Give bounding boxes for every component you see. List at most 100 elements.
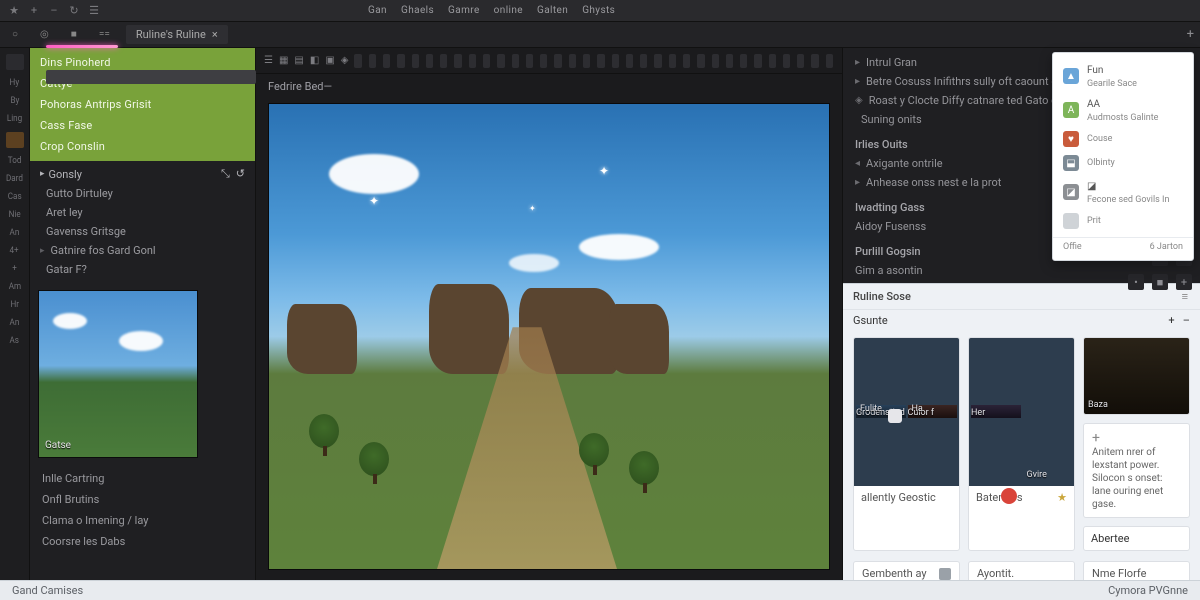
asset-card[interactable]: Her Gvire Batentios★	[968, 337, 1075, 551]
toolbar-icon[interactable]	[640, 54, 647, 68]
toolbar-icon[interactable]	[597, 54, 604, 68]
menu-item[interactable]: Galten	[537, 5, 568, 16]
viewport-3d[interactable]: ✦ ✦ ✦	[268, 103, 830, 570]
project-item[interactable]: Cass Fase	[40, 119, 245, 132]
list-item[interactable]: Clama o Imening / lay	[42, 514, 243, 527]
asset-card[interactable]: GrodenstindFulite Culor fHa allently Geo…	[853, 337, 960, 551]
tree-node[interactable]: ▸Gatnire fos Gard Gonl	[40, 244, 245, 257]
rail-label[interactable]: As	[10, 336, 19, 346]
plus-icon[interactable]: +	[1176, 274, 1192, 290]
toolbar-icon[interactable]	[512, 54, 519, 68]
menu-item[interactable]: Gan	[368, 5, 387, 16]
palette-item[interactable]: ⬓Olbinty	[1053, 151, 1193, 175]
toolbar-icon[interactable]	[740, 54, 747, 68]
rail-label[interactable]: 4+	[10, 246, 19, 256]
expand-icon[interactable]: ⤡	[221, 167, 230, 181]
rail-label[interactable]: Hy	[10, 78, 20, 88]
square-icon[interactable]: ■	[1152, 274, 1168, 290]
toolbar-icon[interactable]: ☰	[264, 54, 273, 68]
palette-item[interactable]: Prit	[1053, 209, 1193, 233]
palette-item[interactable]: AAAAudmosts Galinte	[1053, 93, 1193, 127]
tree-node[interactable]: Gavenss Gritsge	[40, 225, 245, 238]
rail-label[interactable]: Dard	[6, 174, 23, 184]
dot-icon[interactable]: •	[1128, 274, 1144, 290]
toolbar-icon[interactable]	[669, 54, 676, 68]
add-tab-button[interactable]: +	[1187, 27, 1194, 42]
close-icon[interactable]: ×	[212, 28, 218, 41]
scene-preview[interactable]: Gatse	[38, 290, 198, 458]
toolbar-icon[interactable]	[726, 54, 733, 68]
menubar-icon[interactable]: ★	[8, 5, 20, 17]
rail-label[interactable]: Hr	[10, 300, 19, 310]
toolbar-icon[interactable]	[354, 54, 361, 68]
project-item[interactable]: Pohoras Antrips Grisit	[40, 98, 245, 111]
toolbar-icon[interactable]	[626, 54, 633, 68]
toolbar-icon[interactable]: ▦	[279, 54, 288, 68]
list-item[interactable]: Coorsre les Dabs	[42, 535, 243, 548]
asset-footer-cell[interactable]: Nme Florfe	[1083, 561, 1190, 580]
toolbar-icon[interactable]	[397, 54, 404, 68]
asset-footer-cell[interactable]: Gembenth ay	[853, 561, 960, 580]
toolbar-icon[interactable]	[754, 54, 761, 68]
rail-label[interactable]: Cas	[8, 192, 22, 202]
add-asset-button[interactable]: +	[1168, 314, 1174, 327]
menubar-icon[interactable]: +	[28, 5, 40, 17]
toolbar-icon[interactable]	[654, 54, 661, 68]
menu-item[interactable]: Ghaels	[401, 5, 434, 16]
tree-node[interactable]: Gatar F?	[40, 263, 245, 276]
asset-text-card[interactable]: + Anitem nrer of lexstant power. Silocon…	[1083, 423, 1190, 518]
palette-item[interactable]: ▲FunGearile Sace	[1053, 59, 1193, 93]
toolbar-icon[interactable]: ◧	[310, 54, 319, 68]
toolbar-icon[interactable]	[712, 54, 719, 68]
menu-item[interactable]: Gamre	[448, 5, 480, 16]
asset-footer-cell[interactable]: Ayontit.	[968, 561, 1075, 580]
toolbar-icon[interactable]	[583, 54, 590, 68]
add-icon[interactable]: +	[1092, 430, 1181, 446]
rail-label[interactable]: Nie	[8, 210, 20, 220]
toolbar-icon[interactable]	[369, 54, 376, 68]
menubar-icon[interactable]: ↻	[68, 5, 80, 17]
menubar-icon[interactable]: –	[48, 5, 60, 17]
toolbar-icon[interactable]	[783, 54, 790, 68]
toolbar-icon[interactable]	[426, 54, 433, 68]
rail-label[interactable]: An	[10, 228, 20, 238]
toolbar-icon[interactable]: ◈	[341, 54, 349, 68]
project-item[interactable]: Crop Conslin	[40, 140, 245, 153]
project-item[interactable]: Dins Pinoherd	[40, 56, 245, 69]
rail-label[interactable]: Am	[8, 282, 20, 292]
toolbar-icon[interactable]: ▤	[294, 54, 303, 68]
toolbar-icon[interactable]	[469, 54, 476, 68]
toolbar-icon[interactable]	[769, 54, 776, 68]
toolbar-icon[interactable]	[483, 54, 490, 68]
open-tab[interactable]: Ruline's Ruline ×	[126, 25, 228, 44]
toolbar-icon[interactable]	[497, 54, 504, 68]
toolbar-icon[interactable]	[811, 54, 818, 68]
rail-label[interactable]: +	[12, 264, 17, 274]
list-item[interactable]: Onfl Brutins	[42, 493, 243, 506]
rail-icon[interactable]	[6, 132, 24, 148]
toolbar-icon[interactable]	[454, 54, 461, 68]
toolbar-icon[interactable]	[697, 54, 704, 68]
toolbar-icon[interactable]: ▣	[325, 54, 334, 68]
toolbar-icon[interactable]	[683, 54, 690, 68]
rail-label[interactable]: An	[10, 318, 20, 328]
star-icon[interactable]: ★	[1057, 491, 1067, 504]
tree-node[interactable]: Aret ley	[40, 206, 245, 219]
toolbar-icon[interactable]	[540, 54, 547, 68]
rail-label[interactable]: Tod	[8, 156, 22, 166]
toolbar-icon[interactable]	[797, 54, 804, 68]
drag-handle-icon[interactable]: ≡	[1182, 290, 1190, 303]
menu-item[interactable]: Ghysts	[582, 5, 615, 16]
toolbar-icon[interactable]	[826, 54, 833, 68]
menubar-icon[interactable]: ☰	[88, 5, 100, 17]
rail-label[interactable]: By	[10, 96, 19, 106]
toolbar-icon[interactable]	[440, 54, 447, 68]
menu-item[interactable]: online	[494, 5, 523, 16]
palette-item[interactable]: ◪◪Fecone sed Govils In	[1053, 175, 1193, 209]
tree-node[interactable]: Gutto Dirtuley	[40, 187, 245, 200]
refresh-icon[interactable]: ↺	[236, 167, 245, 181]
rail-label[interactable]: Ling	[7, 114, 22, 124]
palette-item[interactable]: ♥Couse	[1053, 127, 1193, 151]
remove-asset-button[interactable]: –	[1183, 314, 1190, 327]
toolbar-icon[interactable]	[412, 54, 419, 68]
